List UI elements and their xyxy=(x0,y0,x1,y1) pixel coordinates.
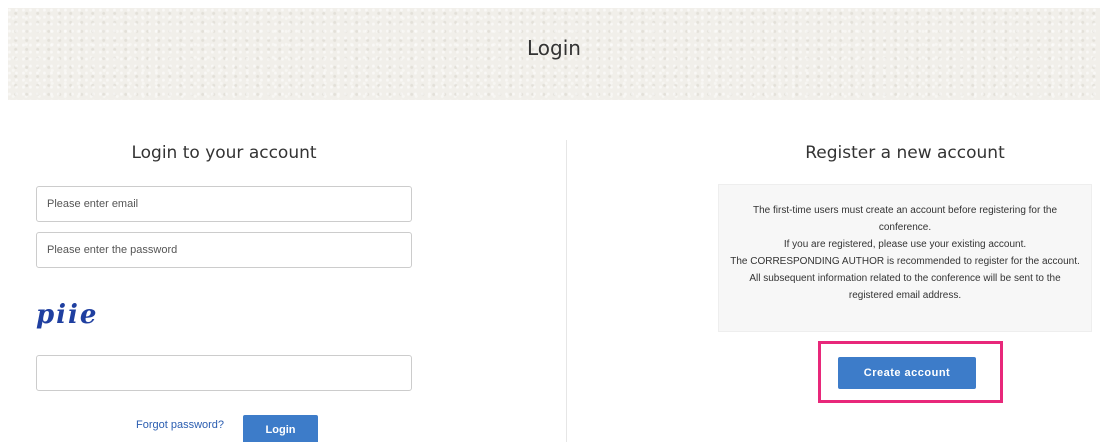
page-title: Login xyxy=(527,36,581,60)
info-line-corresponding-author: The CORRESPONDING AUTHOR is recommended … xyxy=(730,256,1080,301)
login-section-title: Login to your account xyxy=(131,143,317,163)
register-info-box: The first-time users must create an acco… xyxy=(718,184,1092,332)
header-banner: Login xyxy=(8,8,1100,100)
info-line-first-time: The first-time users must create an acco… xyxy=(752,205,1058,233)
email-field[interactable] xyxy=(36,186,412,222)
login-button[interactable]: Login xyxy=(243,415,318,442)
create-account-button[interactable]: Create account xyxy=(838,357,976,389)
captcha-image[interactable]: piie xyxy=(36,300,126,340)
register-section-title: Register a new account xyxy=(805,143,1005,163)
info-line-existing: If you are registered, please use your e… xyxy=(783,239,1027,250)
column-divider xyxy=(566,140,567,442)
forgot-password-link[interactable]: Forgot password? xyxy=(136,419,224,431)
captcha-input[interactable] xyxy=(36,355,412,391)
password-field[interactable] xyxy=(36,232,412,268)
